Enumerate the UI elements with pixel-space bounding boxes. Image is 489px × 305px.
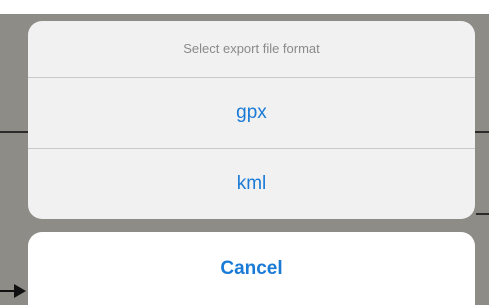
background-divider-left bbox=[0, 131, 28, 133]
background-divider-right bbox=[475, 131, 489, 133]
action-sheet-title: Select export file format bbox=[183, 41, 320, 56]
export-format-action-sheet: Select export file format gpx kml bbox=[28, 21, 475, 219]
option-gpx-button[interactable]: gpx bbox=[28, 78, 475, 148]
cancel-button[interactable]: Cancel bbox=[28, 232, 475, 305]
background-divider-right-lower bbox=[476, 213, 489, 215]
arrow-head bbox=[14, 284, 26, 298]
option-kml-button[interactable]: kml bbox=[28, 149, 475, 219]
